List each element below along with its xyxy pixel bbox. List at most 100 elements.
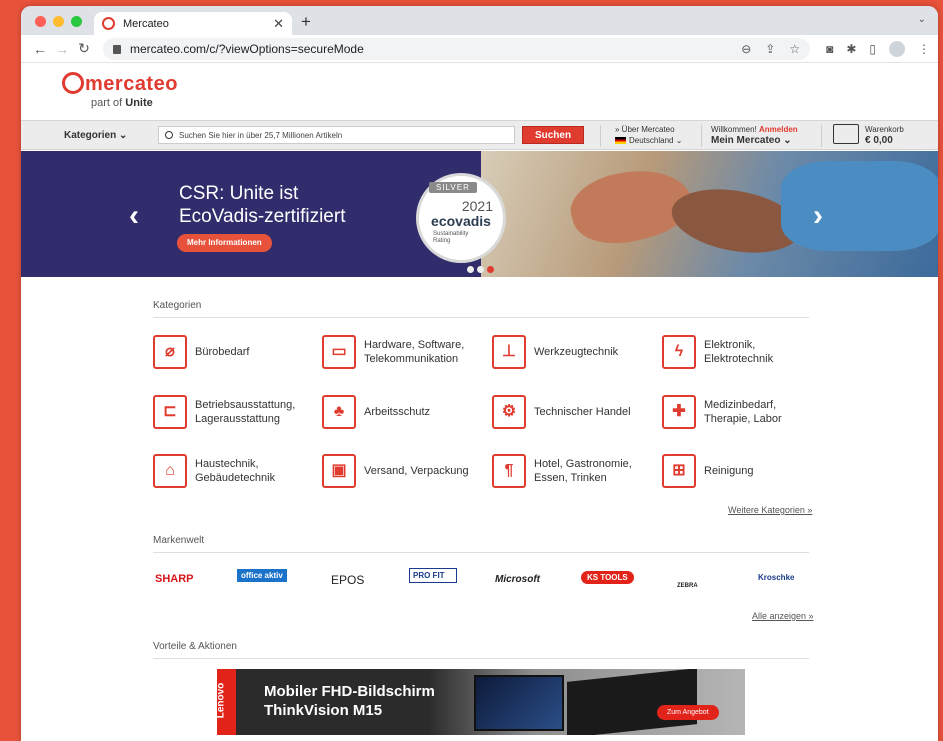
hardhat-icon: ♣ [322, 395, 356, 429]
search-button[interactable]: Suchen [522, 126, 584, 144]
logo-sub-brand: Unite [125, 97, 153, 109]
cart-amount: € 0,00 [865, 135, 893, 146]
category-arbeitsschutz[interactable]: ♣ Arbeitsschutz [322, 395, 430, 429]
my-account-menu[interactable]: Mein Mercateo [711, 135, 780, 146]
brand-sharp-logo[interactable]: SHARP [155, 573, 194, 585]
lenovo-ad-banner[interactable]: Lenovo Mobiler FHD-Bildschirm ThinkVisio… [217, 669, 745, 735]
logo-ring-icon [62, 72, 84, 94]
forward-arrow-icon[interactable]: → [51, 41, 73, 57]
category-hotel-gastronomie[interactable]: ¶ Hotel, Gastronomie, Essen, Trinken [492, 454, 632, 488]
category-label: Betriebsausstattung, [195, 399, 296, 411]
cart-label: Warenkorb [865, 125, 904, 134]
address-bar[interactable]: mercateo.com/c/?viewOptions=secureMode ⊖… [103, 37, 811, 60]
category-buerobedarf[interactable]: ⌀ Bürobedarf [153, 335, 249, 369]
login-link[interactable]: Anmelden [759, 125, 798, 134]
category-label: Werkzeugtechnik [534, 346, 619, 358]
bottle-icon: ¶ [492, 454, 526, 488]
carousel-next-arrow-icon[interactable]: › [813, 199, 823, 233]
category-werkzeugtechnik[interactable]: ⊥ Werkzeugtechnik [492, 335, 618, 369]
browser-tab[interactable]: Mercateo ✕ [94, 12, 292, 35]
categories-menu-button[interactable]: Kategorien ⌄ [64, 130, 127, 141]
brand-microsoft-logo[interactable]: Microsoft [495, 574, 540, 585]
camera-extension-icon[interactable]: ◙ [826, 42, 833, 56]
seal-year: 2021 [461, 198, 493, 214]
category-label-2: Essen, Trinken [534, 472, 607, 484]
maximize-window-button[interactable] [71, 16, 82, 27]
tab-search-chevron-icon[interactable]: ⌄ [918, 14, 926, 25]
extensions-puzzle-icon[interactable]: ✱ [846, 42, 856, 56]
category-haustechnik[interactable]: ⌂ Haustechnik, Gebäudetechnik [153, 454, 275, 488]
minimize-window-button[interactable] [53, 16, 64, 27]
hero-banner[interactable]: ‹ › CSR: Unite ist EcoVadis-zertifiziert… [21, 151, 938, 277]
laptop-icon: ▭ [322, 335, 356, 369]
tab-title: Mercateo [123, 17, 169, 30]
welcome-text: Willkommen! [711, 125, 757, 134]
all-brands-link[interactable]: Alle anzeigen » [752, 611, 814, 621]
toolbar-divider [821, 125, 822, 147]
account-block[interactable]: Willkommen! Anmelden Mein Mercateo ⌄ [711, 124, 798, 146]
lock-icon[interactable] [113, 45, 121, 54]
address-toolbar: ← → ↻ mercateo.com/c/?viewOptions=secure… [21, 35, 938, 63]
categories-menu-label: Kategorien [64, 130, 117, 141]
category-versand[interactable]: ▣ Versand, Verpackung [322, 454, 469, 488]
about-country-block[interactable]: » Über Mercateo Deutschland ⌄ [615, 124, 682, 146]
close-tab-icon[interactable]: ✕ [273, 16, 284, 32]
carousel-dot-active[interactable] [487, 266, 494, 273]
url-text[interactable]: mercateo.com/c/?viewOptions=secureMode [130, 42, 364, 56]
carousel-dot[interactable] [467, 266, 474, 273]
brand-kroschke-logo[interactable]: Kroschke [758, 573, 794, 582]
brand-zebra-logo[interactable]: ZEBRA [677, 583, 698, 589]
promos-heading: Vorteile & Aktionen [153, 641, 809, 659]
carousel-prev-arrow-icon[interactable]: ‹ [129, 199, 139, 233]
search-placeholder: Suchen Sie hier in über 25,7 Millionen A… [179, 130, 343, 140]
reload-icon[interactable]: ↻ [73, 40, 95, 57]
profile-avatar-icon[interactable] [889, 40, 905, 57]
share-icon[interactable]: ⇪ [765, 42, 775, 56]
site-toolbar: Kategorien ⌄ Suchen Sie hier in über 25,… [21, 120, 938, 150]
back-arrow-icon[interactable]: ← [29, 41, 51, 57]
search-input[interactable]: Suchen Sie hier in über 25,7 Millionen A… [158, 126, 515, 144]
sidebar-toggle-icon[interactable]: ▯ [869, 42, 876, 56]
more-info-button[interactable]: Mehr Informationen [177, 234, 272, 252]
category-label: Reinigung [704, 465, 754, 477]
seal-brand: ecovadis [431, 213, 491, 229]
category-label: Medizinbedarf, [704, 399, 777, 411]
browser-menu-icon[interactable]: ⋮ [918, 42, 930, 56]
brand-epos-logo[interactable]: EPOS [331, 573, 364, 587]
category-reinigung[interactable]: ⊞ Reinigung [662, 454, 754, 488]
mercateo-logo[interactable]: mercateo [62, 72, 178, 96]
close-window-button[interactable] [35, 16, 46, 27]
all-brands-label: Alle anzeigen [752, 611, 807, 621]
category-hardware[interactable]: ▭ Hardware, Software, Telekommunikation [322, 335, 464, 369]
carousel-dot[interactable] [477, 266, 484, 273]
category-medizinbedarf[interactable]: ✚ Medizinbedarf, Therapie, Labor [662, 395, 782, 429]
category-betriebsausstattung[interactable]: ⊏ Betriebsausstattung, Lagerausstattung [153, 395, 295, 429]
logo-subline: part of Unite [91, 97, 153, 109]
category-technischer-handel[interactable]: ⚙ Technischer Handel [492, 395, 631, 429]
package-icon: ▣ [322, 454, 356, 488]
ad-offer-button[interactable]: Zum Angebot [657, 705, 719, 720]
browser-window: Mercateo ✕ + ⌄ ← → ↻ mercateo.com/c/?vie… [21, 6, 938, 741]
categories-heading: Kategorien [153, 300, 809, 318]
bookmark-star-icon[interactable]: ☆ [789, 42, 800, 56]
mercateo-favicon-icon [102, 17, 115, 30]
paperclip-icon: ⌀ [153, 335, 187, 369]
brand-profit-logo[interactable]: PRO FIT [409, 568, 457, 583]
category-label-2: Therapie, Labor [704, 413, 782, 425]
more-categories-link[interactable]: Weitere Kategorien » [728, 505, 812, 515]
logo-sub-prefix: part of [91, 97, 123, 109]
country-selector[interactable]: Deutschland [629, 136, 673, 145]
new-tab-plus-icon[interactable]: + [301, 12, 311, 32]
category-label-2: Telekommunikation [364, 353, 459, 365]
category-elektronik[interactable]: ϟ Elektronik, Elektrotechnik [662, 335, 773, 369]
zoom-icon[interactable]: ⊖ [741, 42, 751, 56]
category-label-2: Elektrotechnik [704, 353, 774, 365]
chevron-down-icon: ⌄ [119, 130, 128, 141]
cart-button[interactable]: Warenkorb € 0,00 [833, 124, 904, 146]
brands-heading: Markenwelt [153, 535, 809, 553]
category-label: Hotel, Gastronomie, [534, 458, 632, 470]
brand-kstools-logo[interactable]: KS TOOLS [581, 571, 634, 584]
about-link[interactable]: » Über Mercateo [615, 124, 682, 135]
site-header: mercateo part of Unite [21, 63, 938, 120]
brand-office-aktiv-logo[interactable]: office aktiv [237, 569, 287, 582]
